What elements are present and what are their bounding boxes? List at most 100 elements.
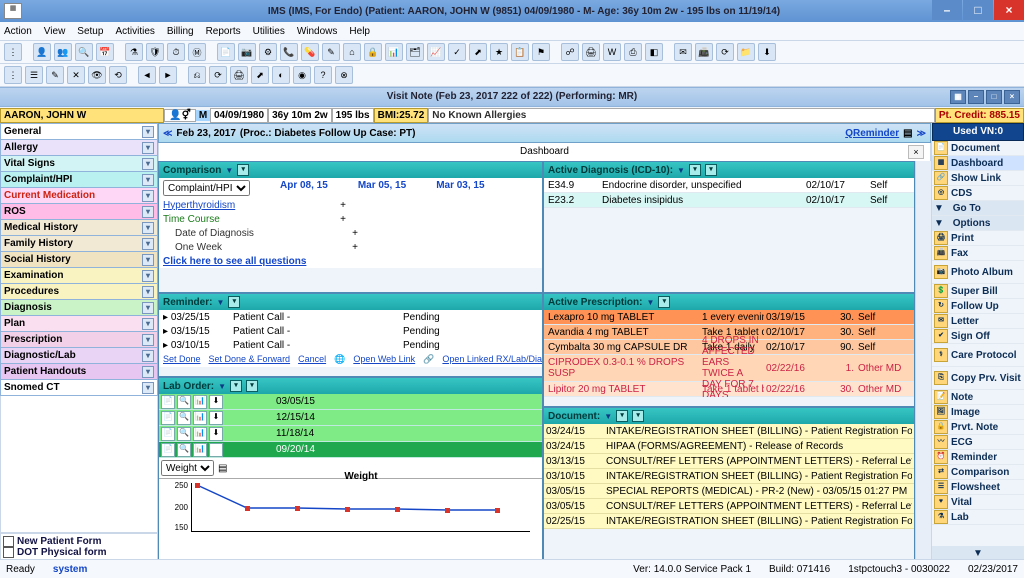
rn-note[interactable]: 📝Note [932,390,1024,405]
set-done-fwd-link[interactable]: Set Done & Forward [209,354,291,365]
toolbar-icon[interactable]: 📋 [511,43,529,61]
toolbar-icon[interactable]: ⟳ [209,66,227,84]
filter-icon[interactable]: ▼ [225,166,233,175]
lab-row[interactable]: 📄🔍📊⬇11/18/14 [159,426,542,442]
chk-dot-physical-form[interactable]: DOT Physical form [3,547,155,558]
filter-icon[interactable]: ▼ [218,382,226,391]
nav-social-history[interactable]: Social History▾ [0,252,158,268]
window-minimize-button[interactable]: – [932,0,962,20]
subwin-close-button[interactable]: × [1004,90,1020,104]
rn-document[interactable]: 📄Document [932,141,1024,156]
rn-lab[interactable]: ⚗Lab [932,510,1024,525]
diag-row[interactable]: E23.2Diabetes insipidus02/10/17Self [544,193,914,208]
lab-row[interactable]: 📄🔍📊⬇12/15/14 [159,410,542,426]
toolbar-icon[interactable]: ⎌ [188,66,206,84]
toolbar-icon[interactable]: 📞 [280,43,298,61]
rn-vital[interactable]: ♥Vital [932,495,1024,510]
menu-billing[interactable]: Billing [167,26,194,37]
rn-sign-off[interactable]: ✔Sign Off [932,329,1024,344]
panel-ctl-icon[interactable]: ▾ [658,296,670,308]
rn-care-protocol[interactable]: ⚕Care Protocol [932,344,1024,367]
window-close-button[interactable]: × [994,0,1024,20]
nav-family-history[interactable]: Family History▾ [0,236,158,252]
filter-icon[interactable]: ▼ [646,298,654,307]
visit-tool-icon[interactable]: ▤ [903,128,912,139]
lab-picker-icon[interactable]: ▤ [218,463,227,474]
toolbar-icon[interactable]: ✓ [448,43,466,61]
toolbar-icon[interactable]: ⚑ [532,43,550,61]
menu-setup[interactable]: Setup [77,26,103,37]
rn-reminder[interactable]: ⏰Reminder [932,450,1024,465]
window-maximize-button[interactable]: □ [963,0,993,20]
toolbar-icon[interactable]: ◐ [272,66,290,84]
nav-med-history[interactable]: Medical History▾ [0,220,158,236]
menu-utilities[interactable]: Utilities [253,26,285,37]
reminder-row[interactable]: ▸ 03/15/15Patient Call -Pending [159,324,542,338]
toolbar-icon[interactable]: 👤 [33,43,51,61]
toolbar-icon[interactable]: ☰ [25,66,43,84]
toolbar-icon[interactable]: 🔒 [364,43,382,61]
reminder-row[interactable]: ▸ 03/10/15Patient Call -Pending [159,338,542,352]
toolbar-icon[interactable]: 🖨 [582,43,600,61]
subwin-maximize-button[interactable]: □ [986,90,1002,104]
reminder-row[interactable]: ▸ 03/25/15Patient Call -Pending [159,310,542,324]
toolbar-icon[interactable]: 📊 [385,43,403,61]
toolbar-icon[interactable]: 🛡 [146,43,164,61]
nav-general[interactable]: General▾ [0,123,158,140]
panel-ctl-icon[interactable]: ▾ [237,164,249,176]
lab-metric-select[interactable]: Weight [161,460,214,476]
visit-prev-icon[interactable]: ≪ [163,128,172,139]
toolbar-icon[interactable]: ✕ [67,66,85,84]
menu-view[interactable]: View [44,26,66,37]
comparison-select[interactable]: Complaint/HPI [163,180,250,196]
toolbar-help-icon[interactable]: ? [314,66,332,84]
filter-icon[interactable]: ▼ [604,412,612,421]
nav-current-medication[interactable]: Current Medication▾ [0,188,158,204]
panel-ctl-icon[interactable]: ▾ [616,410,628,422]
rn-dashboard[interactable]: ▦Dashboard [932,156,1024,171]
toolbar-icon[interactable]: ⟳ [716,43,734,61]
toolbar-icon[interactable]: ⚗ [125,43,143,61]
toolbar-next-icon[interactable]: ► [159,66,177,84]
subwin-tool-icon[interactable]: ▦ [950,90,966,104]
rn-image[interactable]: 🖼Image [932,405,1024,420]
open-web-link[interactable]: Open Web Link [353,354,415,365]
nav-allergy[interactable]: Allergy▾ [0,140,158,156]
visit-next-icon[interactable]: ≫ [917,128,926,139]
comp-row[interactable]: Hyperthyroidism [163,200,313,211]
rx-row[interactable]: CIPRODEX 0.3-0.1 % DROPS SUSP4 DROPS IN … [544,355,914,382]
qreminder-link[interactable]: QReminder [845,128,899,139]
toolbar-icon[interactable]: ✎ [322,43,340,61]
doc-row[interactable]: 02/25/15INTAKE/REGISTRATION SHEET (BILLI… [544,514,914,529]
filter-icon[interactable]: ▼ [677,166,685,175]
toolbar-icon[interactable]: ⌂ [343,43,361,61]
doc-row[interactable]: 03/05/15CONSULT/REF LETTERS (APPOINTMENT… [544,499,914,514]
toolbar-icon[interactable]: 📄 [217,43,235,61]
nav-procedures[interactable]: Procedures▾ [0,284,158,300]
menu-help[interactable]: Help [349,26,370,37]
filter-icon[interactable]: ▼ [216,298,224,307]
rn-ecg[interactable]: 〰ECG [932,435,1024,450]
nav-plan[interactable]: Plan▾ [0,316,158,332]
panel-ctl-icon[interactable]: ▾ [230,380,242,392]
open-linked-link[interactable]: Open Linked RX/Lab/Diagnostic [442,354,542,365]
toolbar-icon[interactable]: 🗂 [406,43,424,61]
rn-goto[interactable]: ▼ Go To [932,201,1024,216]
toolbar-icon[interactable]: ✎ [46,66,64,84]
panel-ctl-icon[interactable]: ▾ [246,380,258,392]
toolbar-icon[interactable]: ⬈ [251,66,269,84]
panel-ctl-icon[interactable]: ▾ [705,164,717,176]
patient-icons[interactable]: 👤⚥ [164,109,196,122]
rn-show-link[interactable]: 🔗Show Link [932,171,1024,186]
rn-comparison[interactable]: ⇄Comparison [932,465,1024,480]
rn-flowsheet[interactable]: ☰Flowsheet [932,480,1024,495]
nav-examination[interactable]: Examination▾ [0,268,158,284]
menu-action[interactable]: Action [4,26,32,37]
doc-row[interactable]: 03/13/15CONSULT/REF LETTERS (APPOINTMENT… [544,454,914,469]
nav-prescription[interactable]: Prescription▾ [0,332,158,348]
toolbar-icon[interactable]: ★ [490,43,508,61]
dashboard-close-button[interactable]: × [908,145,924,159]
toolbar-icon[interactable]: ⎙ [624,43,642,61]
toolbar-icon[interactable]: W [603,43,621,61]
nav-handouts[interactable]: Patient Handouts▾ [0,364,158,380]
